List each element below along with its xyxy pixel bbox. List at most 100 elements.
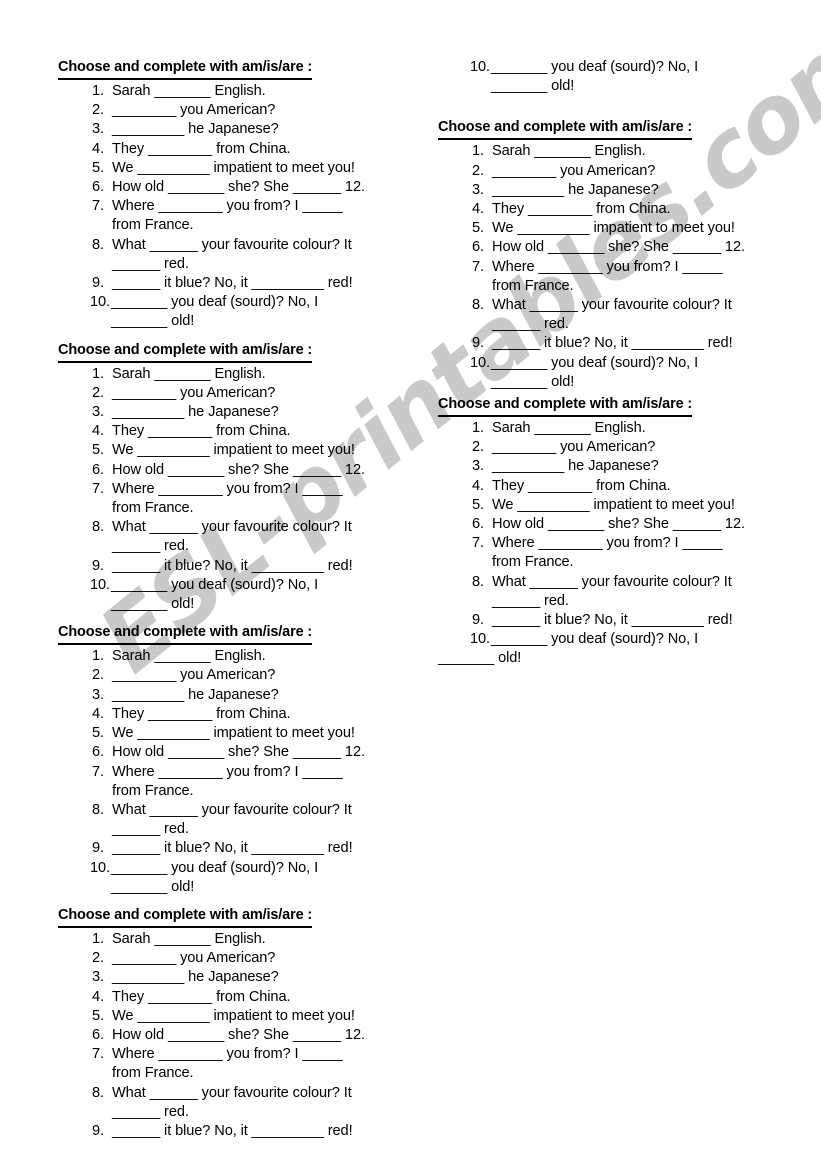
item-text: We _________ impatient to meet you! (112, 725, 355, 742)
item-number: 10. (470, 631, 490, 648)
item-text: ______ it blue? No, it _________ red! (492, 612, 733, 629)
exercise-item: 10. _______ you deaf (sourd)? No, I _____… (438, 58, 790, 96)
item-text: ______ it blue? No, it _________ red! (112, 557, 353, 574)
worksheet-page: ESL-printables.com Choose and complete w… (0, 0, 821, 1169)
item-text: We _________ impatient to meet you! (492, 220, 735, 237)
exercise-item: 8. What ______ your favourite colour? It … (438, 296, 790, 334)
exercise-heading: Choose and complete with am/is/are : (58, 342, 312, 363)
item-text: ______ it blue? No, it _________ red! (492, 335, 733, 352)
item-text: ______ it blue? No, it _________ red! (112, 1122, 353, 1139)
item-number: 4. (92, 988, 104, 1005)
exercise-heading: Choose and complete with am/is/are : (58, 59, 312, 80)
item-number: 4. (472, 201, 484, 218)
item-text: How old _______ she? She ______ 12. (492, 239, 745, 256)
item-text: _______ you deaf (sourd)? No, I _______ … (491, 59, 699, 95)
item-text: Where ________ you from? I _____ from Fr… (112, 1046, 343, 1082)
item-text: _______ you deaf (sourd)? No, I (491, 631, 699, 648)
item-number: 9. (92, 557, 104, 574)
item-text: Sarah _______ English. (492, 143, 646, 160)
item-text: ________ you American? (112, 667, 276, 684)
item-text: What ______ your favourite colour? It __… (112, 519, 352, 555)
exercise-item: 9. ______ it blue? No, it _________ red! (58, 274, 410, 293)
item-text: ______ it blue? No, it _________ red! (112, 840, 353, 857)
item-text: We _________ impatient to meet you! (112, 1007, 355, 1024)
item-text: _______ you deaf (sourd)? No, I _______ … (491, 354, 699, 390)
item-text: _______ you deaf (sourd)? No, I _______ … (111, 576, 319, 613)
exercise-item: 2. ________ you American? (58, 949, 410, 968)
item-number: 10. (470, 59, 490, 75)
item-text: We _________ impatient to meet you! (112, 159, 355, 176)
exercise-heading: Choose and complete with am/is/are : (58, 907, 312, 928)
item-number: 9. (472, 612, 484, 629)
item-number: 3. (472, 458, 484, 475)
item-number: 5. (472, 496, 484, 513)
item-number: 8. (92, 519, 104, 536)
item-number: 3. (92, 121, 104, 138)
exercise-item: 5. We _________ impatient to meet you! (58, 441, 410, 460)
item-text: They ________ from China. (112, 988, 291, 1005)
exercise-item: 1. Sarah _______ English. (58, 82, 410, 101)
item-text: They ________ from China. (492, 477, 671, 494)
item-text: Sarah _______ English. (112, 648, 266, 665)
item-text: What ______ your favourite colour? It __… (112, 236, 352, 272)
item-text: They ________ from China. (112, 140, 291, 157)
item-text: _______ you deaf (sourd)? No, I _______ … (111, 294, 319, 330)
item-text: _________ he Japanese? (112, 686, 279, 703)
item-number: 4. (92, 705, 104, 722)
item-text: How old _______ she? She ______ 12. (112, 179, 365, 196)
item-number: 6. (92, 179, 104, 196)
item-number: 8. (472, 573, 484, 590)
item-number: 8. (92, 236, 104, 253)
item-text: They ________ from China. (112, 423, 291, 440)
exercise-item: 2. ________ you American? (58, 666, 410, 685)
exercise-item-list: 1. Sarah _______ English. 2. ________ you … (438, 419, 790, 649)
exercise-block-6: Choose and complete with am/is/are : 1. S… (438, 395, 790, 669)
item-text: How old _______ she? She ______ 12. (112, 1026, 365, 1043)
item-text: We _________ impatient to meet you! (112, 442, 355, 459)
item-number: 9. (92, 275, 104, 292)
item-text: What ______ your favourite colour? It __… (112, 1084, 352, 1120)
item-text: What ______ your favourite colour? It __… (492, 573, 732, 609)
exercise-item: 3. _________ he Japanese? (438, 181, 790, 200)
exercise-item: 7. Where ________ you from? I _____ from … (58, 1045, 410, 1083)
exercise-item: 4. They ________ from China. (58, 140, 410, 159)
item-number: 3. (92, 404, 104, 421)
exercise-item: 1. Sarah _______ English. (58, 647, 410, 666)
exercise-item: 4. They ________ from China. (438, 200, 790, 219)
exercise-item: 5. We _________ impatient to meet you! (438, 219, 790, 238)
item-text: Where ________ you from? I _____ from Fr… (492, 535, 723, 571)
exercise-item: 5. We _________ impatient to meet you! (58, 159, 410, 178)
exercise-item: 10. _______ you deaf (sourd)? No, I (438, 630, 790, 649)
item-number: 3. (472, 181, 484, 198)
exercise-item: 3. _________ he Japanese? (58, 120, 410, 139)
item-number: 7. (92, 480, 104, 497)
exercise-item: 2. ________ you American? (438, 438, 790, 457)
exercise-item: 2. ________ you American? (58, 384, 410, 403)
item-text: They ________ from China. (492, 201, 671, 218)
exercise-item: 3. _________ he Japanese? (58, 686, 410, 705)
item-text: What ______ your favourite colour? It __… (492, 297, 732, 333)
item-text: Where ________ you from? I _____ from Fr… (492, 258, 723, 294)
item-number: 3. (92, 969, 104, 986)
item-number: 7. (92, 763, 104, 780)
item-number: 1. (472, 143, 484, 160)
exercise-item-list: 1. Sarah _______ English. 2. ________ you … (58, 365, 410, 615)
exercise-item: 9. ______ it blue? No, it _________ red! (58, 557, 410, 576)
item-number: 8. (92, 1084, 104, 1101)
item-number: 8. (92, 801, 104, 818)
exercise-block-4: Choose and complete with am/is/are : 1. S… (58, 906, 410, 1141)
exercise-block-5: Choose and complete with am/is/are : 1. S… (438, 118, 790, 392)
item-text: Sarah _______ English. (492, 420, 646, 437)
exercise-item: 6. How old _______ she? She ______ 12. (58, 743, 410, 762)
exercise-item: 7. Where ________ you from? I _____ from … (58, 763, 410, 801)
item-number: 5. (92, 159, 104, 176)
item-text: How old _______ she? She ______ 12. (112, 461, 365, 478)
exercise-item-list: 1. Sarah _______ English. 2. ________ you … (58, 647, 410, 897)
item-number: 4. (92, 423, 104, 440)
exercise-item: 8. What ______ your favourite colour? It … (58, 236, 410, 274)
item-text: _________ he Japanese? (492, 458, 659, 475)
exercise-item: 10. _______ you deaf (sourd)? No, I _____… (58, 576, 410, 614)
exercise-item: 5. We _________ impatient to meet you! (438, 496, 790, 515)
item-text: _________ he Japanese? (112, 404, 279, 421)
item-number: 5. (472, 220, 484, 237)
